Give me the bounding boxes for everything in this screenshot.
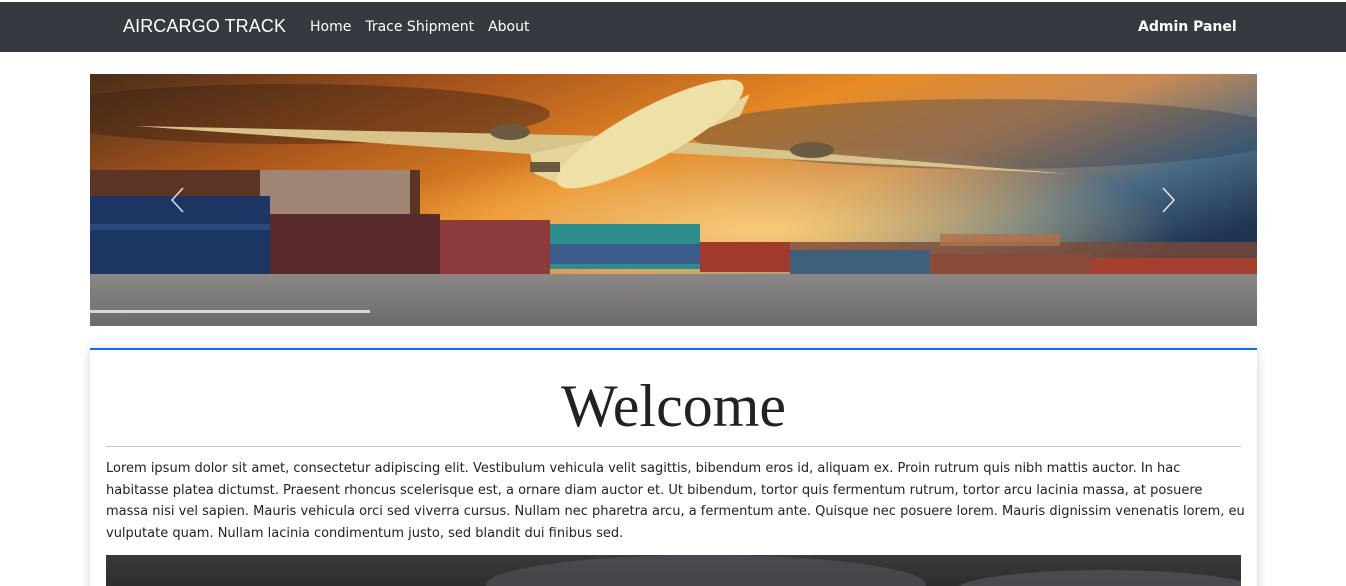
top-navbar: AIRCARGO TRACK Home Trace Shipment About… bbox=[0, 2, 1346, 52]
hero-carousel bbox=[90, 74, 1257, 326]
admin-panel-link[interactable]: Admin Panel bbox=[1138, 19, 1237, 35]
nav-links: Home Trace Shipment About bbox=[310, 19, 544, 35]
divider bbox=[106, 446, 1241, 447]
welcome-heading: Welcome bbox=[560, 373, 787, 439]
brand-logo[interactable]: AIRCARGO TRACK bbox=[123, 16, 286, 37]
carousel-prev-button[interactable] bbox=[148, 174, 208, 226]
nav-link-about[interactable]: About bbox=[488, 19, 529, 35]
secondary-image bbox=[106, 555, 1241, 586]
chevron-left-icon bbox=[170, 187, 184, 213]
nav-link-home[interactable]: Home bbox=[310, 19, 351, 35]
chevron-right-icon bbox=[1162, 187, 1176, 213]
welcome-card: Welcome Lorem ipsum dolor sit amet, cons… bbox=[90, 348, 1257, 586]
nav-link-trace-shipment[interactable]: Trace Shipment bbox=[365, 19, 474, 35]
carousel-next-button[interactable] bbox=[1138, 174, 1198, 226]
welcome-paragraph: Lorem ipsum dolor sit amet, consectetur … bbox=[106, 461, 1245, 541]
hero-image bbox=[90, 74, 1257, 326]
